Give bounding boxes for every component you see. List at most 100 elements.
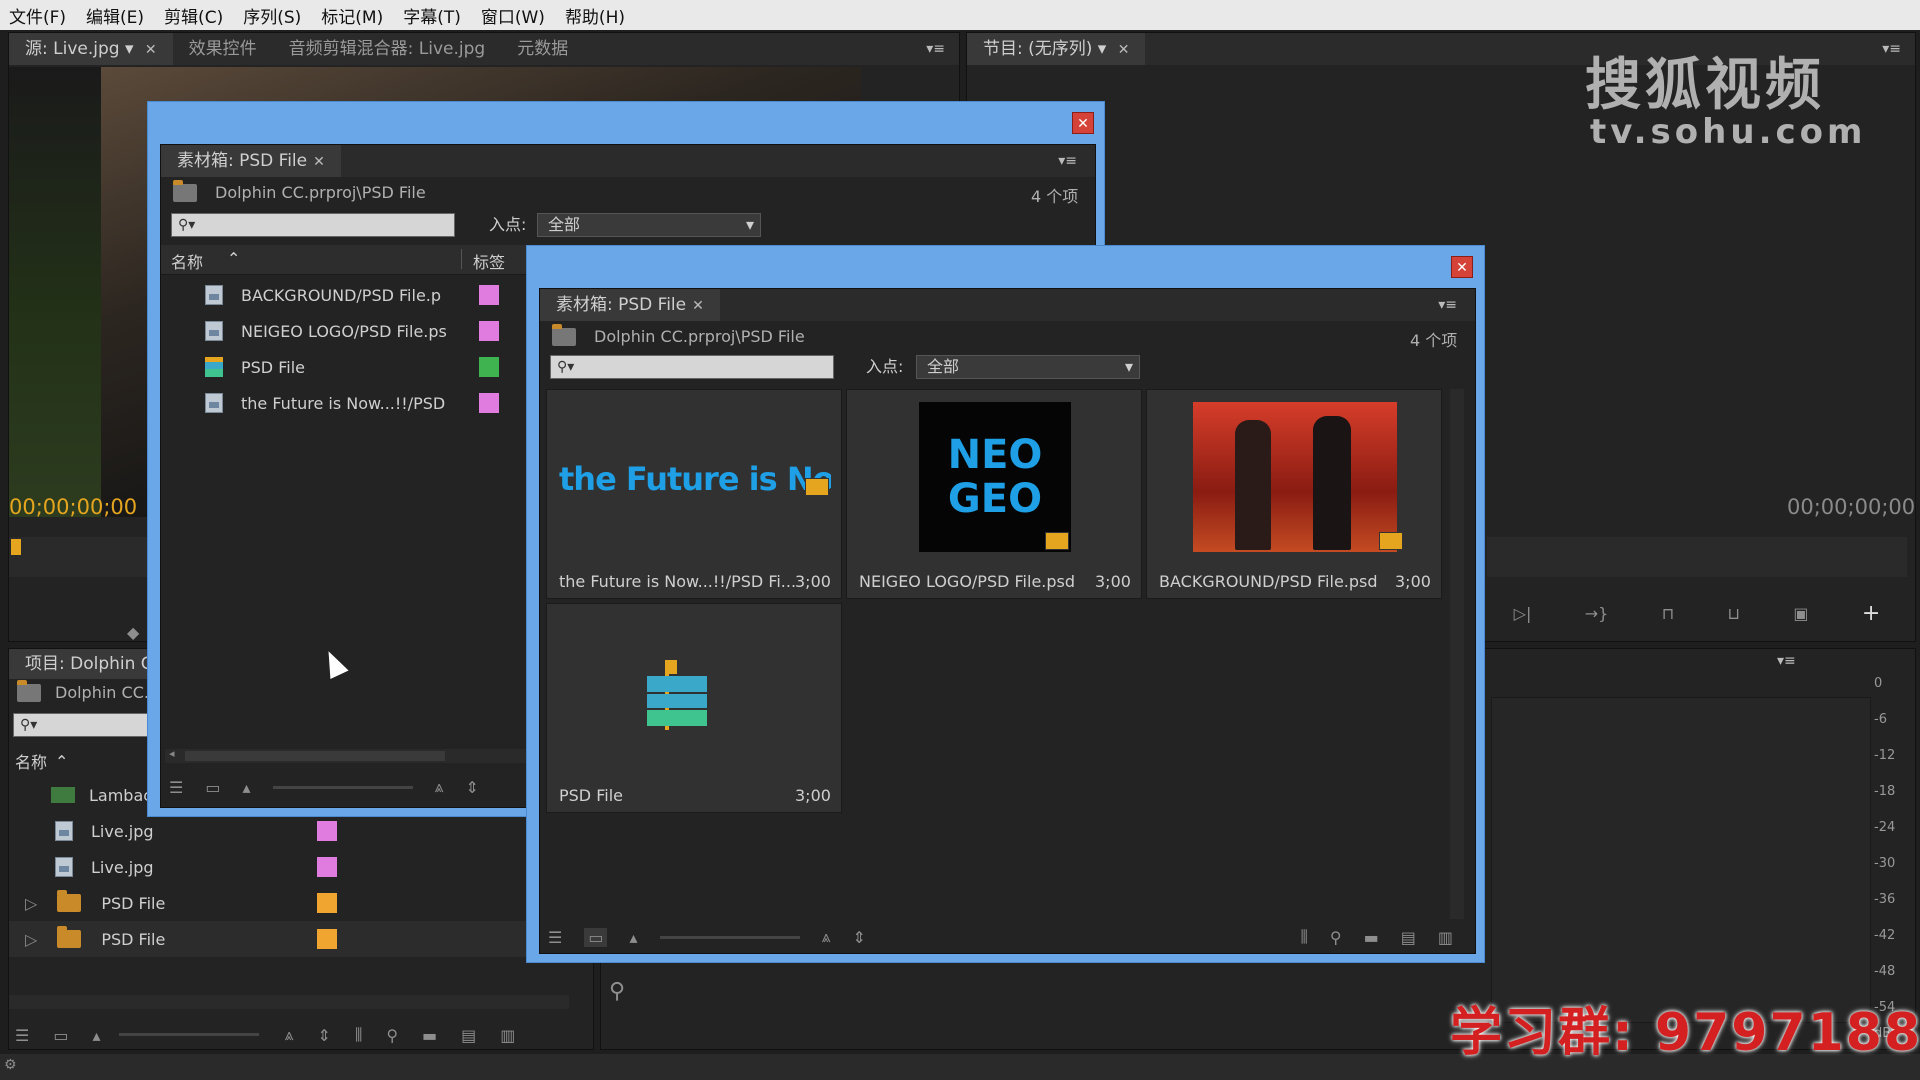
label-swatch[interactable] xyxy=(479,357,499,377)
col-label[interactable]: 标签 xyxy=(473,249,505,273)
zoom-slider[interactable] xyxy=(119,1033,259,1036)
close-window-button[interactable]: ✕ xyxy=(1451,256,1473,278)
project-search-input[interactable]: ⚲▾ xyxy=(13,713,153,737)
tab-bin[interactable]: 素材箱: PSD File ✕ xyxy=(161,145,341,177)
marker-icon[interactable]: ◆ xyxy=(127,623,139,642)
col-name[interactable]: 名称 xyxy=(171,249,203,273)
expand-triangle-icon[interactable]: ▷ xyxy=(25,894,37,913)
menu-marker[interactable]: 标记(M) xyxy=(312,3,394,28)
bin2-in-dropdown[interactable]: 全部 ▾ xyxy=(916,355,1140,379)
list-view-icon[interactable]: ☰ xyxy=(548,928,562,947)
new-item-icon[interactable]: ▤ xyxy=(461,1026,476,1045)
tab-audio-clip-mixer[interactable]: 音频剪辑混合器: Live.jpg xyxy=(273,33,502,65)
automate-icon[interactable]: ⫼ xyxy=(1301,927,1308,947)
list-view-icon[interactable]: ☰ xyxy=(15,1026,29,1045)
status-gear-icon[interactable]: ⚙ xyxy=(4,1057,17,1073)
panel-menu-icon[interactable]: ▾≡ xyxy=(926,41,945,57)
add-button-icon[interactable]: + xyxy=(1862,601,1880,626)
list-item[interactable]: ▷ PSD File xyxy=(9,885,595,921)
source-timecode[interactable]: 00;00;00;00 xyxy=(9,495,137,519)
bin1-search-input[interactable]: ⚲▾ xyxy=(171,213,455,237)
zoom-in-icon[interactable]: ⩓ xyxy=(285,1025,294,1045)
sort-icon[interactable]: ⇕ xyxy=(853,928,866,947)
close-icon[interactable]: ✕ xyxy=(313,154,325,170)
label-swatch[interactable] xyxy=(479,285,499,305)
find-icon[interactable]: ⚲ xyxy=(1330,928,1342,947)
new-item-icon[interactable]: ▤ xyxy=(1401,928,1416,947)
list-view-icon[interactable]: ☰ xyxy=(169,778,183,797)
panel-menu-icon[interactable]: ▾≡ xyxy=(1882,41,1901,57)
zoom-out-icon[interactable]: ▴ xyxy=(242,778,250,797)
label-swatch[interactable] xyxy=(317,857,337,877)
step-forward-icon[interactable]: ▷| xyxy=(1514,604,1532,623)
program-timecode[interactable]: 00;00;00;00 xyxy=(1787,495,1915,519)
icon-view-icon[interactable]: ▭ xyxy=(205,778,220,797)
menu-edit[interactable]: 编辑(E) xyxy=(77,3,155,28)
close-icon[interactable]: ✕ xyxy=(1118,42,1130,58)
automate-icon[interactable]: ⫼ xyxy=(355,1025,362,1045)
icon-view-icon[interactable]: ▭ xyxy=(584,927,608,947)
zoom-in-icon[interactable]: ⩓ xyxy=(435,777,444,797)
zoom-out-icon[interactable]: ▴ xyxy=(92,1026,100,1045)
close-window-button[interactable]: ✕ xyxy=(1072,112,1094,134)
tab-source[interactable]: 源: Live.jpg ▾ ✕ xyxy=(9,33,173,65)
go-to-out-icon[interactable]: →} xyxy=(1585,604,1609,623)
find-icon[interactable]: ⚲ xyxy=(386,1026,398,1045)
extract-icon[interactable]: ⊔ xyxy=(1728,604,1740,623)
sort-icon[interactable]: ⇕ xyxy=(466,778,479,797)
list-item[interactable]: Live.jpg xyxy=(9,813,595,849)
tab-bin[interactable]: 素材箱: PSD File ✕ xyxy=(540,289,720,321)
project-col-name[interactable]: 名称 ⌃ xyxy=(15,749,68,773)
label-swatch[interactable] xyxy=(317,821,337,841)
panel-menu-icon[interactable]: ▾≡ xyxy=(1777,653,1796,669)
zoom-out-icon[interactable]: ▴ xyxy=(629,928,637,947)
label-swatch[interactable] xyxy=(317,893,337,913)
zoom-slider[interactable] xyxy=(659,935,800,939)
bin2-search-input[interactable]: ⚲▾ xyxy=(550,355,834,379)
source-timeline-ruler[interactable] xyxy=(9,537,149,577)
menu-file[interactable]: 文件(F) xyxy=(0,3,77,28)
tab-metadata[interactable]: 元数据 xyxy=(501,33,584,65)
export-frame-icon[interactable]: ▣ xyxy=(1793,604,1808,623)
timeline-empty-area[interactable] xyxy=(1491,697,1871,1023)
lift-icon[interactable]: ⊓ xyxy=(1662,604,1674,623)
menu-clip[interactable]: 剪辑(C) xyxy=(155,3,234,28)
bin2-vertical-scrollbar[interactable] xyxy=(1450,389,1464,919)
label-swatch[interactable] xyxy=(479,393,499,413)
menu-sequence[interactable]: 序列(S) xyxy=(234,3,312,28)
label-swatch[interactable] xyxy=(479,321,499,341)
new-bin-icon[interactable]: ▬ xyxy=(1364,928,1379,947)
column-divider[interactable] xyxy=(461,249,462,269)
list-item[interactable]: Live.jpg xyxy=(9,849,595,885)
thumbnail-tile[interactable]: NEO GEO NEIGEO LOGO/PSD File.psd 3;00 xyxy=(846,389,1142,599)
thumbnail-tile[interactable]: PSD File 3;00 xyxy=(546,603,842,813)
scroll-left-icon[interactable]: ◂ xyxy=(169,747,175,760)
bin1-in-dropdown[interactable]: 全部 ▾ xyxy=(537,213,761,237)
close-icon[interactable]: ✕ xyxy=(145,42,157,58)
thumbnail-tile[interactable]: the Future is Now.. the Future is Now...… xyxy=(546,389,842,599)
close-icon[interactable]: ✕ xyxy=(692,298,704,314)
tab-program[interactable]: 节目: (无序列) ▾ ✕ xyxy=(967,33,1146,65)
program-timeline-ruler[interactable] xyxy=(1487,537,1907,577)
label-swatch[interactable] xyxy=(317,929,337,949)
playhead-icon[interactable] xyxy=(11,539,21,555)
menu-window[interactable]: 窗口(W) xyxy=(472,3,556,28)
menu-help[interactable]: 帮助(H) xyxy=(556,3,636,28)
expand-triangle-icon[interactable]: ▷ xyxy=(25,930,37,949)
panel-menu-icon[interactable]: ▾≡ xyxy=(1058,153,1077,169)
panel-menu-icon[interactable]: ▾≡ xyxy=(1438,297,1457,313)
thumbnail-tile[interactable]: BACKGROUND/PSD File.psd 3;00 xyxy=(1146,389,1442,599)
scroll-thumb[interactable] xyxy=(185,751,445,761)
project-horizontal-scrollbar[interactable] xyxy=(9,995,569,1009)
new-bin-icon[interactable]: ▬ xyxy=(422,1026,437,1045)
zoom-icon[interactable]: ⚲ xyxy=(609,979,625,1004)
zoom-slider[interactable] xyxy=(272,785,413,789)
list-item[interactable]: ▷ PSD File xyxy=(9,921,595,957)
trash-icon[interactable]: ▥ xyxy=(1438,928,1453,947)
zoom-in-icon[interactable]: ⩓ xyxy=(822,927,831,947)
icon-view-icon[interactable]: ▭ xyxy=(53,1026,68,1045)
trash-icon[interactable]: ▥ xyxy=(500,1026,515,1045)
tab-effect-controls[interactable]: 效果控件 xyxy=(173,33,273,65)
menu-title[interactable]: 字幕(T) xyxy=(394,3,472,28)
sort-icon[interactable]: ⇕ xyxy=(318,1026,331,1045)
